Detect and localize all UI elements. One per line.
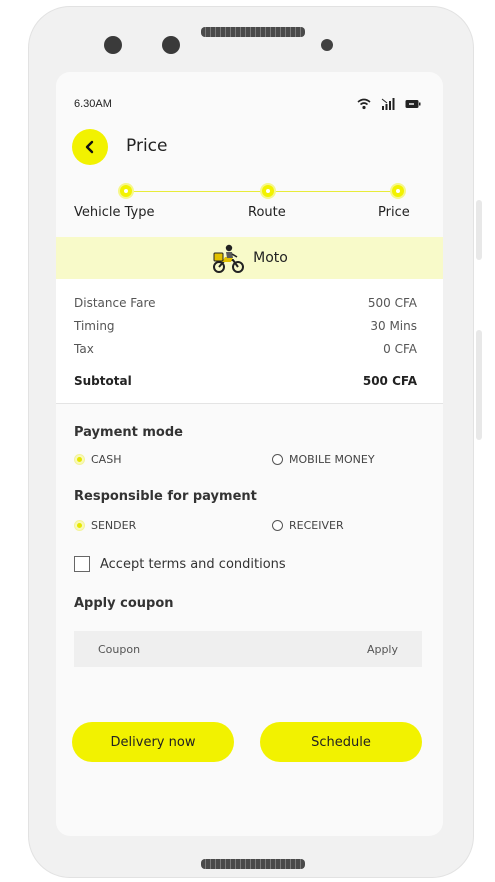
cellular-signal-icon: [381, 98, 395, 110]
fare-value: 30 Mins: [370, 319, 417, 333]
responsible-payment-title: Responsible for payment: [74, 489, 257, 504]
fare-row-tax: Tax 0 CFA: [74, 342, 417, 356]
payment-option-cash[interactable]: CASH: [74, 453, 121, 466]
apply-coupon-button[interactable]: Apply: [367, 643, 398, 656]
terms-checkbox[interactable]: [74, 556, 90, 572]
fare-breakdown: Distance Fare 500 CFA Timing 30 Mins Tax…: [56, 279, 443, 404]
proximity-sensor-icon: [321, 39, 333, 51]
status-icons: [357, 98, 421, 110]
step-label-route[interactable]: Route: [248, 205, 286, 220]
radio-label: MOBILE MONEY: [289, 453, 375, 466]
terms-label[interactable]: Accept terms and conditions: [100, 557, 286, 572]
fare-value: 500 CFA: [367, 296, 417, 310]
radio-selected-icon[interactable]: [74, 454, 85, 465]
coupon-box: Apply: [74, 631, 422, 667]
vehicle-name: Moto: [253, 250, 288, 266]
motorbike-courier-icon: [213, 244, 245, 273]
radio-selected-icon[interactable]: [74, 520, 85, 531]
phone-side-button: [476, 200, 482, 260]
apply-coupon-title: Apply coupon: [74, 596, 174, 611]
subtotal-label: Subtotal: [74, 374, 132, 388]
status-time: 6.30AM: [74, 98, 112, 110]
fare-row-distance: Distance Fare 500 CFA: [74, 296, 417, 310]
terms-row[interactable]: Accept terms and conditions: [74, 556, 286, 572]
delivery-now-button[interactable]: Delivery now: [72, 722, 234, 762]
fare-label: Timing: [74, 319, 115, 333]
back-button[interactable]: [72, 129, 108, 165]
status-bar: 6.30AM: [56, 98, 443, 114]
bottom-speaker: [201, 859, 305, 869]
radio-label: SENDER: [91, 519, 137, 532]
page-title: Price: [126, 136, 168, 156]
responsible-option-sender[interactable]: SENDER: [74, 519, 136, 532]
app-screen: 6.30AM Price Vehicle Type Route Price Mo…: [56, 72, 443, 836]
chevron-left-icon: [85, 140, 94, 154]
step-label-price[interactable]: Price: [378, 205, 410, 220]
subtotal-value: 500 CFA: [362, 374, 417, 388]
fare-label: Distance Fare: [74, 296, 156, 310]
progress-stepper: Vehicle Type Route Price: [56, 182, 443, 222]
fare-value: 0 CFA: [383, 342, 417, 356]
front-sensor-icon: [162, 36, 180, 54]
front-camera-icon: [104, 36, 122, 54]
earpiece-speaker: [201, 27, 305, 37]
battery-icon: [405, 100, 421, 108]
phone-side-button: [476, 330, 482, 440]
step-dot-route[interactable]: [262, 185, 274, 197]
fare-row-timing: Timing 30 Mins: [74, 319, 417, 333]
responsible-option-receiver[interactable]: RECEIVER: [272, 519, 344, 532]
radio-unselected-icon[interactable]: [272, 454, 283, 465]
radio-label: CASH: [91, 453, 122, 466]
schedule-button[interactable]: Schedule: [260, 722, 422, 762]
wifi-icon: [357, 98, 371, 110]
radio-unselected-icon[interactable]: [272, 520, 283, 531]
payment-mode-title: Payment mode: [74, 425, 183, 440]
step-label-vehicle-type[interactable]: Vehicle Type: [74, 205, 154, 220]
radio-label: RECEIVER: [289, 519, 344, 532]
step-dot-price[interactable]: [392, 185, 404, 197]
fare-label: Tax: [74, 342, 94, 356]
vehicle-banner: Moto: [56, 237, 443, 279]
payment-option-mobile-money[interactable]: MOBILE MONEY: [272, 453, 375, 466]
fare-row-subtotal: Subtotal 500 CFA: [74, 374, 417, 388]
step-dot-vehicle-type[interactable]: [120, 185, 132, 197]
coupon-input[interactable]: [98, 642, 298, 656]
